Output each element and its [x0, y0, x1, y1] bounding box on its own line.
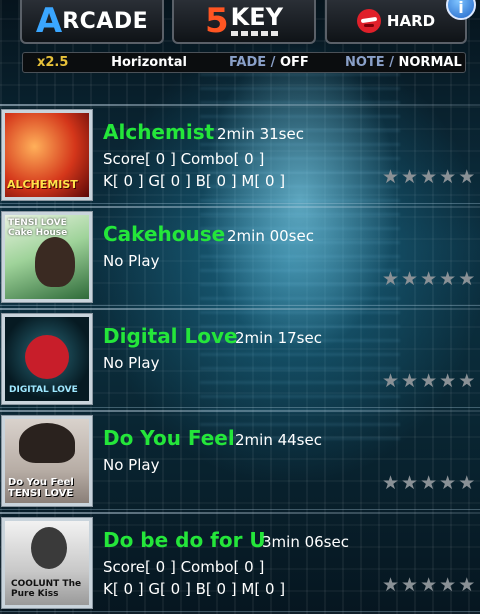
fade-option[interactable]: FADE / OFF: [229, 55, 339, 70]
key-count: 5: [204, 1, 229, 41]
key-label: KEY: [230, 3, 284, 31]
cover-text: DIGITAL LOVE: [9, 385, 78, 395]
song-status: No Play: [103, 354, 160, 372]
song-score: Score[ 0 ] Combo[ 0 ]: [103, 150, 265, 168]
star-icon: ★: [458, 268, 476, 290]
song-duration: 2min 31sec: [217, 125, 304, 143]
star-icon: ★: [439, 166, 457, 188]
angry-face-icon: [356, 9, 381, 33]
song-duration: 2min 00sec: [227, 227, 314, 245]
rating-stars: ★ ★ ★ ★ ★: [382, 576, 475, 595]
star-icon: ★: [458, 574, 476, 596]
star-icon: ★: [458, 472, 476, 494]
star-icon: ★: [382, 166, 400, 188]
star-icon: ★: [401, 472, 419, 494]
star-icon: ★: [382, 574, 400, 596]
song-row[interactable]: TENSI LOVE Cake House Cakehouse 2min 00s…: [0, 206, 480, 306]
star-icon: ★: [439, 472, 457, 494]
top-bar: A RCADE 5 KEY HARD i: [0, 0, 480, 48]
difficulty-label: HARD: [386, 12, 436, 30]
mode-label: RCADE: [62, 8, 149, 34]
star-icon: ★: [382, 370, 400, 392]
cover-text: Do You Feel TENSI LOVE: [8, 477, 74, 499]
key-dots-icon: [230, 31, 278, 36]
fade-key: FADE: [229, 55, 267, 70]
key-mode-button[interactable]: 5 KEY: [172, 0, 316, 44]
cover-text: TENSI LOVE Cake House: [8, 218, 68, 238]
speed-value[interactable]: x2.5: [37, 55, 89, 70]
cover-art: DIGITAL LOVE: [1, 313, 93, 405]
song-title: Digital Love: [103, 324, 238, 348]
cover-text: ALCHEMIST: [7, 178, 78, 191]
cover-art: TENSI LOVE Cake House: [1, 211, 93, 303]
fade-value: OFF: [279, 55, 309, 70]
star-icon: ★: [401, 166, 419, 188]
song-judgements: K[ 0 ] G[ 0 ] B[ 0 ] M[ 0 ]: [103, 172, 286, 190]
song-title: Do You Feel: [103, 426, 235, 450]
star-icon: ★: [439, 268, 457, 290]
fade-sep: /: [270, 55, 276, 70]
star-icon: ★: [401, 574, 419, 596]
song-status: No Play: [103, 456, 160, 474]
cover-art: COOLUNT The Pure Kiss: [1, 517, 93, 609]
song-title: Cakehouse: [103, 222, 226, 246]
star-icon: ★: [458, 370, 476, 392]
note-sep: /: [389, 55, 394, 70]
star-icon: ★: [401, 370, 419, 392]
song-title: Alchemist: [103, 120, 215, 144]
rating-stars: ★ ★ ★ ★ ★: [382, 372, 475, 391]
star-icon: ★: [420, 370, 438, 392]
song-duration: 2min 17sec: [235, 329, 322, 347]
options-bar[interactable]: x2.5 Horizontal FADE / OFF NOTE / NORMAL: [22, 52, 466, 73]
star-icon: ★: [458, 166, 476, 188]
song-row[interactable]: Do You Feel TENSI LOVE Do You Feel 2min …: [0, 410, 480, 510]
song-duration: 3min 06sec: [262, 533, 349, 551]
scroll-direction[interactable]: Horizontal: [93, 55, 205, 70]
song-score: Score[ 0 ] Combo[ 0 ]: [103, 558, 265, 576]
star-icon: ★: [420, 472, 438, 494]
rating-stars: ★ ★ ★ ★ ★: [382, 168, 475, 187]
star-icon: ★: [382, 268, 400, 290]
rating-stars: ★ ★ ★ ★ ★: [382, 270, 475, 289]
star-icon: ★: [420, 166, 438, 188]
cover-art: ALCHEMIST: [1, 109, 93, 201]
mode-first-letter: A: [35, 1, 63, 41]
mode-button[interactable]: A RCADE: [20, 0, 164, 44]
star-icon: ★: [439, 574, 457, 596]
star-icon: ★: [401, 268, 419, 290]
info-label: i: [458, 0, 464, 17]
cover-art: Do You Feel TENSI LOVE: [1, 415, 93, 507]
star-icon: ★: [382, 472, 400, 494]
note-key: NOTE: [345, 55, 385, 70]
note-value: NORMAL: [398, 55, 462, 70]
cover-text: COOLUNT The Pure Kiss: [11, 579, 82, 599]
rating-stars: ★ ★ ★ ★ ★: [382, 474, 475, 493]
song-status: No Play: [103, 252, 160, 270]
song-duration: 2min 44sec: [235, 431, 322, 449]
song-row[interactable]: DIGITAL LOVE Digital Love 2min 17sec No …: [0, 308, 480, 408]
note-option[interactable]: NOTE / NORMAL: [345, 55, 462, 70]
star-icon: ★: [420, 574, 438, 596]
star-icon: ★: [420, 268, 438, 290]
song-row[interactable]: ALCHEMIST Alchemist 2min 31sec Score[ 0 …: [0, 104, 480, 204]
star-icon: ★: [439, 370, 457, 392]
song-judgements: K[ 0 ] G[ 0 ] B[ 0 ] M[ 0 ]: [103, 580, 286, 598]
song-title: Do be do for U: [103, 528, 266, 552]
song-row[interactable]: COOLUNT The Pure Kiss Do be do for U 3mi…: [0, 512, 480, 612]
